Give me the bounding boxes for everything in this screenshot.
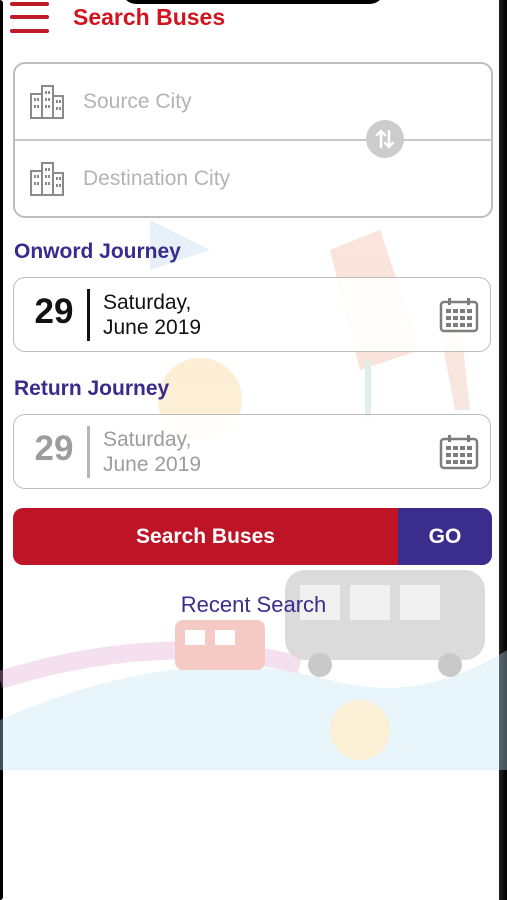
page-title: Search Buses: [73, 4, 226, 30]
onward-date-text: Saturday, June 2019: [103, 290, 201, 340]
building-icon: [30, 85, 64, 119]
onward-day: 29: [34, 292, 74, 331]
city-selection-card: [13, 62, 493, 218]
onward-month-year: June 2019: [103, 316, 202, 339]
app-header: Search Buses: [0, 0, 507, 40]
search-buses-button[interactable]: Search Buses: [13, 508, 398, 565]
onward-weekday: Saturday,: [103, 291, 192, 314]
source-city-input[interactable]: [81, 86, 415, 118]
date-divider: [87, 426, 90, 478]
building-icon: [30, 162, 64, 196]
destination-city-row[interactable]: [15, 141, 491, 216]
return-date-text: Saturday, June 2019: [103, 427, 201, 477]
source-city-row[interactable]: [15, 64, 491, 141]
recent-search-link[interactable]: Recent Search: [0, 592, 507, 618]
onward-journey-label: Onword Journey: [14, 240, 181, 263]
return-month-year: June 2019: [103, 453, 202, 476]
destination-city-input[interactable]: [81, 163, 415, 195]
date-divider: [87, 289, 90, 341]
search-action-bar: Search Buses GO: [13, 508, 492, 565]
return-date-picker[interactable]: 29 Saturday, June 2019: [13, 414, 491, 489]
calendar-icon: [439, 435, 479, 470]
onward-date-picker[interactable]: 29 Saturday, June 2019: [13, 277, 491, 352]
go-button[interactable]: GO: [398, 508, 492, 565]
swap-cities-button[interactable]: [366, 120, 404, 158]
calendar-icon: [439, 298, 479, 333]
swap-arrows-icon: [375, 129, 395, 149]
return-journey-label: Return Journey: [14, 377, 170, 400]
return-weekday: Saturday,: [103, 428, 192, 451]
return-day: 29: [34, 429, 74, 468]
hamburger-menu-icon[interactable]: [10, 2, 50, 34]
